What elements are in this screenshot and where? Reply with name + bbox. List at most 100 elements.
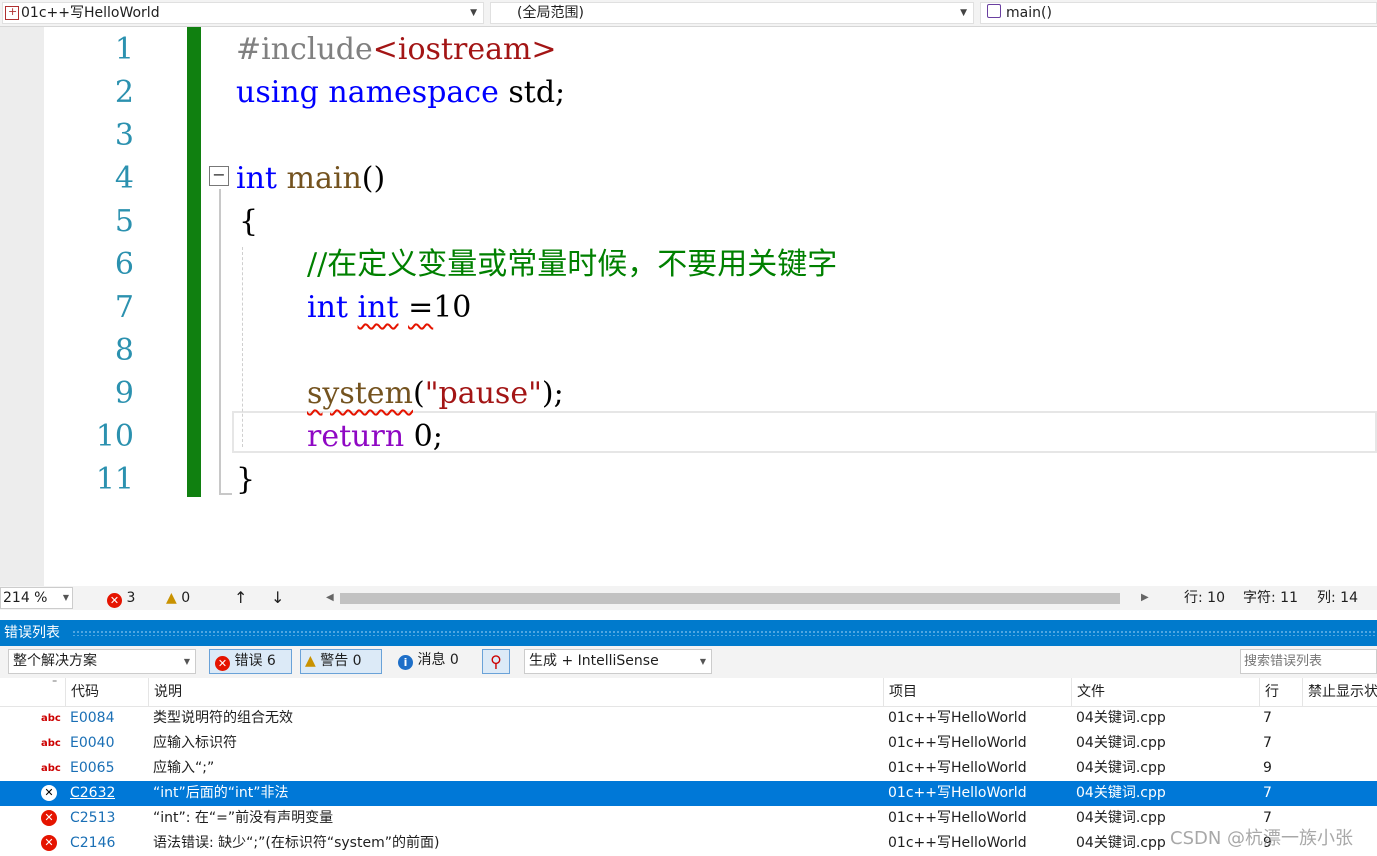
- chevron-down-icon: ▼: [470, 8, 477, 18]
- error-code-link[interactable]: C2632: [70, 781, 115, 806]
- build-source-label: 生成 + IntelliSense: [529, 653, 659, 669]
- error-code-link[interactable]: C2513: [70, 806, 115, 831]
- error-code-link[interactable]: E0065: [70, 756, 114, 781]
- header-code[interactable]: 代码: [65, 678, 148, 706]
- error-file: 04关键词.cpp: [1076, 835, 1166, 851]
- table-row[interactable]: abc E0040 应输入标识符 01c++写HelloWorld 04关键词.…: [0, 731, 1377, 756]
- messages-toggle-label: 消息 0: [417, 652, 459, 668]
- previous-issue-button[interactable]: ↑: [234, 586, 247, 610]
- keyword: int: [236, 161, 277, 196]
- table-row[interactable]: abc E0084 类型说明符的组合无效 01c++写HelloWorld 04…: [0, 706, 1377, 731]
- header-description[interactable]: 说明: [148, 678, 883, 706]
- error-file: 04关键词.cpp: [1076, 760, 1166, 776]
- horizontal-scrollbar-thumb[interactable]: [340, 593, 1120, 604]
- error-project: 01c++写HelloWorld: [888, 810, 1027, 826]
- error-file: 04关键词.cpp: [1076, 810, 1166, 826]
- warnings-toggle-button[interactable]: ▲ 警告 0: [300, 649, 382, 674]
- collapse-outline-button[interactable]: −: [209, 166, 229, 186]
- error-line: 7: [1263, 735, 1272, 751]
- method-cube-icon: [987, 4, 1001, 18]
- table-header: ⁼ 代码 说明 项目 文件 行 禁止显示状: [0, 678, 1377, 707]
- code-line-9: system("pause");: [307, 372, 564, 415]
- code-line-2: using namespace std;: [236, 71, 565, 114]
- keyword: return: [307, 419, 405, 454]
- header-suppression[interactable]: 禁止显示状: [1302, 678, 1377, 706]
- project-icon: +: [5, 5, 19, 20]
- filter-funnel-icon[interactable]: ⚲: [482, 649, 510, 674]
- errors-toggle-button[interactable]: ✕ 错误 6: [209, 649, 292, 674]
- error-squiggle-operator[interactable]: =: [408, 290, 433, 325]
- error-code-link[interactable]: C2146: [70, 831, 115, 856]
- header-icon-column[interactable]: ⁼: [0, 678, 65, 706]
- error-list-title-bar[interactable]: 错误列表: [0, 620, 1377, 646]
- scope-dropdown-label: (全局范围): [517, 5, 584, 21]
- error-list-toolbar: 整个解决方案 ▼ ✕ 错误 6 ▲ 警告 0 i 消息 0 ⚲ 生成 + Int…: [0, 646, 1377, 678]
- line-number: 7: [114, 290, 134, 325]
- member-dropdown-label: main(): [1006, 5, 1052, 21]
- zoom-value: 214 %: [3, 590, 48, 606]
- error-squiggle-function[interactable]: system: [307, 376, 413, 411]
- line-number: 10: [95, 419, 134, 454]
- error-project: 01c++写HelloWorld: [888, 735, 1027, 751]
- intellisense-error-icon: abc: [41, 738, 61, 749]
- code-editor[interactable]: 1 2 3 4 5 6 7 8 9 10 11 − #include<iostr…: [0, 27, 1377, 586]
- function-name: main: [276, 161, 362, 196]
- outline-guide: [219, 189, 221, 495]
- error-icon: ✕: [41, 810, 57, 826]
- messages-toggle-button[interactable]: i 消息 0: [394, 649, 476, 674]
- warning-count: 0: [181, 590, 191, 606]
- title-grip: [72, 630, 1377, 636]
- error-description: 语法错误: 缺少“;”(在标识符“system”的前面): [153, 835, 440, 851]
- error-count-indicator[interactable]: ✕ 3: [107, 586, 135, 610]
- header-file[interactable]: 文件: [1071, 678, 1259, 706]
- error-code-link[interactable]: E0040: [70, 731, 114, 756]
- warning-icon: ▲: [166, 590, 177, 606]
- error-code-link[interactable]: E0084: [70, 706, 114, 731]
- error-icon: ✕: [41, 785, 57, 801]
- keyword: int: [307, 290, 348, 325]
- warning-count-indicator[interactable]: ▲ 0: [166, 586, 190, 610]
- error-file: 04关键词.cpp: [1076, 735, 1166, 751]
- char-position: 字符: 11: [1243, 590, 1298, 606]
- error-icon: ✕: [215, 656, 230, 671]
- line-position: 行: 10: [1184, 590, 1225, 606]
- error-list-title: 错误列表: [4, 625, 60, 641]
- header-project[interactable]: 项目: [883, 678, 1071, 706]
- zoom-dropdown[interactable]: 214 % ▼: [0, 587, 73, 609]
- error-description: 应输入标识符: [153, 735, 237, 751]
- scope-dropdown[interactable]: (全局范围) ▼: [490, 2, 974, 24]
- table-row[interactable]: abc E0065 应输入“;” 01c++写HelloWorld 04关键词.…: [0, 756, 1377, 781]
- next-issue-button[interactable]: ↓: [271, 586, 284, 610]
- error-icon: ✕: [41, 835, 57, 851]
- code-text: std;: [498, 75, 566, 110]
- info-icon: i: [398, 655, 413, 670]
- error-project: 01c++写HelloWorld: [888, 785, 1027, 801]
- line-number: 11: [95, 462, 134, 497]
- scope-filter-dropdown[interactable]: 整个解决方案 ▼: [8, 649, 196, 674]
- line-number: 1: [114, 32, 134, 67]
- project-dropdown-label: 01c++写HelloWorld: [21, 5, 160, 21]
- editor-status-bar: 214 % ▼ ✕ 3 ▲ 0 ↑ ↓ ◀ ▶ 行: 10 字符: 11 列: …: [0, 586, 1377, 610]
- scroll-right-icon[interactable]: ▶: [1141, 586, 1149, 610]
- build-source-dropdown[interactable]: 生成 + IntelliSense ▼: [524, 649, 712, 674]
- header-line[interactable]: 行: [1259, 678, 1302, 706]
- member-dropdown[interactable]: main(): [980, 2, 1377, 24]
- scope-filter-label: 整个解决方案: [13, 653, 97, 669]
- include-header: <iostream>: [372, 32, 557, 67]
- error-line: 9: [1263, 760, 1272, 776]
- error-icon: ✕: [107, 593, 122, 608]
- errors-toggle-label: 错误 6: [234, 653, 276, 669]
- search-error-list-input[interactable]: [1240, 649, 1377, 674]
- intellisense-error-icon: abc: [41, 713, 61, 724]
- error-description: 应输入“;”: [153, 760, 215, 776]
- project-dropdown[interactable]: +01c++写HelloWorld ▼: [2, 2, 484, 24]
- warnings-toggle-label: 警告 0: [320, 653, 362, 669]
- error-file: 04关键词.cpp: [1076, 785, 1166, 801]
- chevron-down-icon: ▼: [699, 657, 706, 666]
- preprocessor-directive: #include: [236, 32, 373, 67]
- scroll-left-icon[interactable]: ◀: [326, 586, 334, 610]
- error-squiggle-keyword[interactable]: int: [358, 290, 399, 325]
- table-row-selected[interactable]: ✕ C2632 “int”后面的“int”非法 01c++写HelloWorld…: [0, 781, 1377, 806]
- error-description: 类型说明符的组合无效: [153, 710, 293, 726]
- code-text: );: [541, 376, 564, 411]
